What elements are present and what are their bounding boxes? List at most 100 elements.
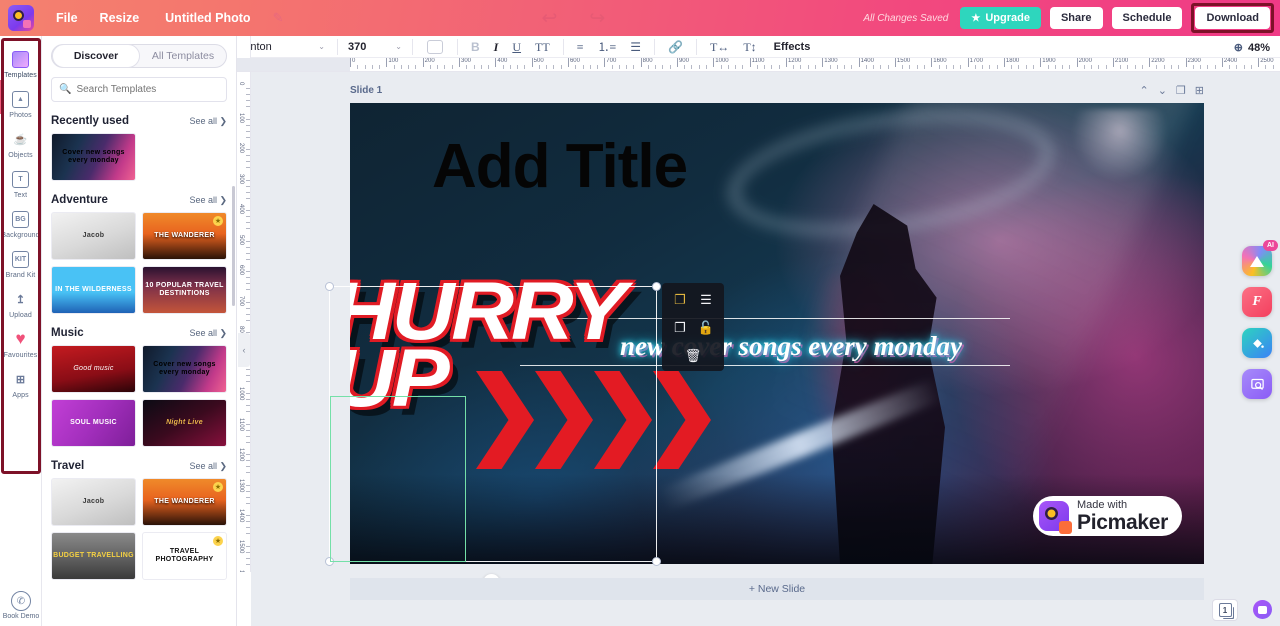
template-thumbnail[interactable]: THE WANDERER ★ [142,212,227,260]
book-demo-button[interactable]: ✆ Book Demo [0,591,42,620]
rail-item-background[interactable]: BG Background [0,203,41,243]
ruler-subtick [1229,65,1231,69]
slide-count-button[interactable]: 1 [1212,599,1238,621]
canvas-area[interactable]: Slide 1 ⌃ ⌄ ❐ ⊞ Add Title HURRY P new co… [251,72,1280,626]
group-icon[interactable]: ❐ [671,291,689,309]
template-thumbnail[interactable]: THE WANDERER ★ [142,478,227,526]
ruler-subtick [437,65,439,69]
template-thumbnail[interactable]: Jacob [51,212,136,260]
rail-item-text[interactable]: T Text [0,163,41,203]
template-search[interactable]: 🔍 [51,77,227,102]
rail-item-label: Objects [8,152,33,159]
pencil-icon[interactable]: ✎ [273,10,284,26]
new-slide-button[interactable]: + New Slide [350,578,1204,600]
divider [562,38,564,55]
chat-bubble-icon[interactable] [1253,600,1272,619]
rail-item-brand-kit[interactable]: KIT Brand Kit [0,243,41,283]
artboard[interactable]: Add Title HURRY UP new cover songs every… [350,103,1204,564]
italic-icon[interactable]: I [494,41,499,53]
ordered-list-icon[interactable]: ⒈≡ [597,41,616,53]
see-all-link[interactable]: See all ❯ [189,328,227,339]
template-thumbnail[interactable]: Cover new songs every monday [51,133,136,181]
ruler-subtick [996,65,998,69]
section-title: Recently used [51,115,129,127]
artwork-title-text[interactable]: Add Title [432,131,688,202]
menu-resize[interactable]: Resize [100,11,140,25]
ruler-label: 1200 [787,58,802,64]
see-all-link[interactable]: See all ❯ [189,461,227,472]
rail-item-templates[interactable]: Templates [0,43,41,83]
undo-arrow-icon[interactable]: ↩ [541,9,557,28]
template-thumbnail[interactable]: Cover new songs every monday [142,345,227,393]
redo-arrow-icon[interactable]: ↪ [589,9,605,28]
duplicate-icon[interactable]: ❐ [671,319,689,337]
template-thumbnail[interactable]: IN THE WILDERNESS [51,266,136,314]
template-thumbnail[interactable]: Night Live [142,399,227,447]
share-button[interactable]: Share [1049,7,1103,29]
add-slide-icon[interactable]: ⊞ [1195,84,1204,97]
tab-all-templates[interactable]: All Templates [140,45,226,67]
ruler-label: 200 [238,143,244,154]
search-input[interactable] [76,84,219,95]
effects-button[interactable]: Effects [774,41,811,53]
bullet-list-icon[interactable]: ☰ [630,41,641,53]
template-thumbnail[interactable]: Jacob [51,478,136,526]
rail-item-favourites[interactable]: ♥ Favourites [0,323,41,363]
text-align-icon[interactable]: ≡ [577,41,584,53]
template-thumbnail[interactable]: TRAVEL PHOTOGRAPHY ★ [142,532,227,580]
ruler-subtick [1141,65,1143,69]
rail-item-photos[interactable]: ▲ Photos [0,83,41,123]
unlock-icon[interactable]: 🔓 [697,319,715,337]
picmaker-logo-icon[interactable] [8,5,34,31]
underline-icon[interactable]: U [512,41,521,53]
bold-icon[interactable]: B [471,41,480,53]
ruler-subtick [1192,65,1194,69]
ruler-subtick [546,65,548,69]
font-tool-button[interactable]: F [1242,287,1272,317]
ruler-tick [785,58,787,67]
menu-file[interactable]: File [56,11,78,25]
ruler-subtick [400,65,402,69]
ruler-subtick [735,65,737,69]
ruler-subtick [451,65,453,69]
link-icon[interactable]: 🔗 [668,41,683,53]
see-all-link[interactable]: See all ❯ [189,116,227,127]
ruler-tick [931,58,933,67]
layers-icon[interactable]: ☰ [697,291,715,309]
panel-collapse-button[interactable]: ‹ [238,333,250,367]
color-fill-button[interactable] [1242,328,1272,358]
image-search-button[interactable] [1242,369,1272,399]
schedule-button[interactable]: Schedule [1111,7,1183,29]
template-thumbnail[interactable]: BUDGET TRAVELLING [51,532,136,580]
panel-scrollbar[interactable] [232,186,235,306]
text-color-swatch[interactable] [427,39,443,54]
template-thumbnail[interactable]: 10 POPULAR TRAVEL DESTINTIONS [142,266,227,314]
resize-handle-tl[interactable] [325,282,334,291]
rail-item-apps[interactable]: ⊞ Apps [0,363,41,403]
ruler-subtick [466,65,468,69]
ruler-label: 500 [238,234,244,245]
divider [457,38,458,55]
zoom-control[interactable]: ⊕ 48% [1234,41,1270,55]
download-button[interactable]: Download [1195,7,1271,29]
line-height-icon[interactable]: T↕ [743,41,756,53]
document-title[interactable]: Untitled Photo [165,11,250,25]
delete-icon[interactable]: 🗑 [662,347,724,365]
upgrade-button[interactable]: ★ Upgrade [960,7,1041,29]
ruler-tick [350,58,351,67]
ai-image-button[interactable]: AI [1242,240,1278,276]
template-thumbnail[interactable]: SOUL MUSIC [51,399,136,447]
template-thumbnail[interactable]: Good music [51,345,136,393]
tab-discover[interactable]: Discover [52,44,140,68]
ruler-label: 2300 [1187,58,1201,64]
see-all-link[interactable]: See all ❯ [189,195,227,206]
rail-item-objects[interactable]: ☕ Objects [0,123,41,163]
move-down-icon[interactable]: ⌄ [1158,84,1167,97]
font-size-select[interactable]: 370 ⌄ [344,41,406,53]
font-family-select[interactable]: Anton ⌄ [243,41,331,53]
move-up-icon[interactable]: ⌃ [1139,84,1148,97]
letter-spacing-icon[interactable]: T↔ [710,41,729,53]
duplicate-slide-icon[interactable]: ❐ [1176,84,1186,97]
rail-item-upload[interactable]: ↥ Upload [0,283,41,323]
uppercase-icon[interactable]: TT [535,41,550,53]
